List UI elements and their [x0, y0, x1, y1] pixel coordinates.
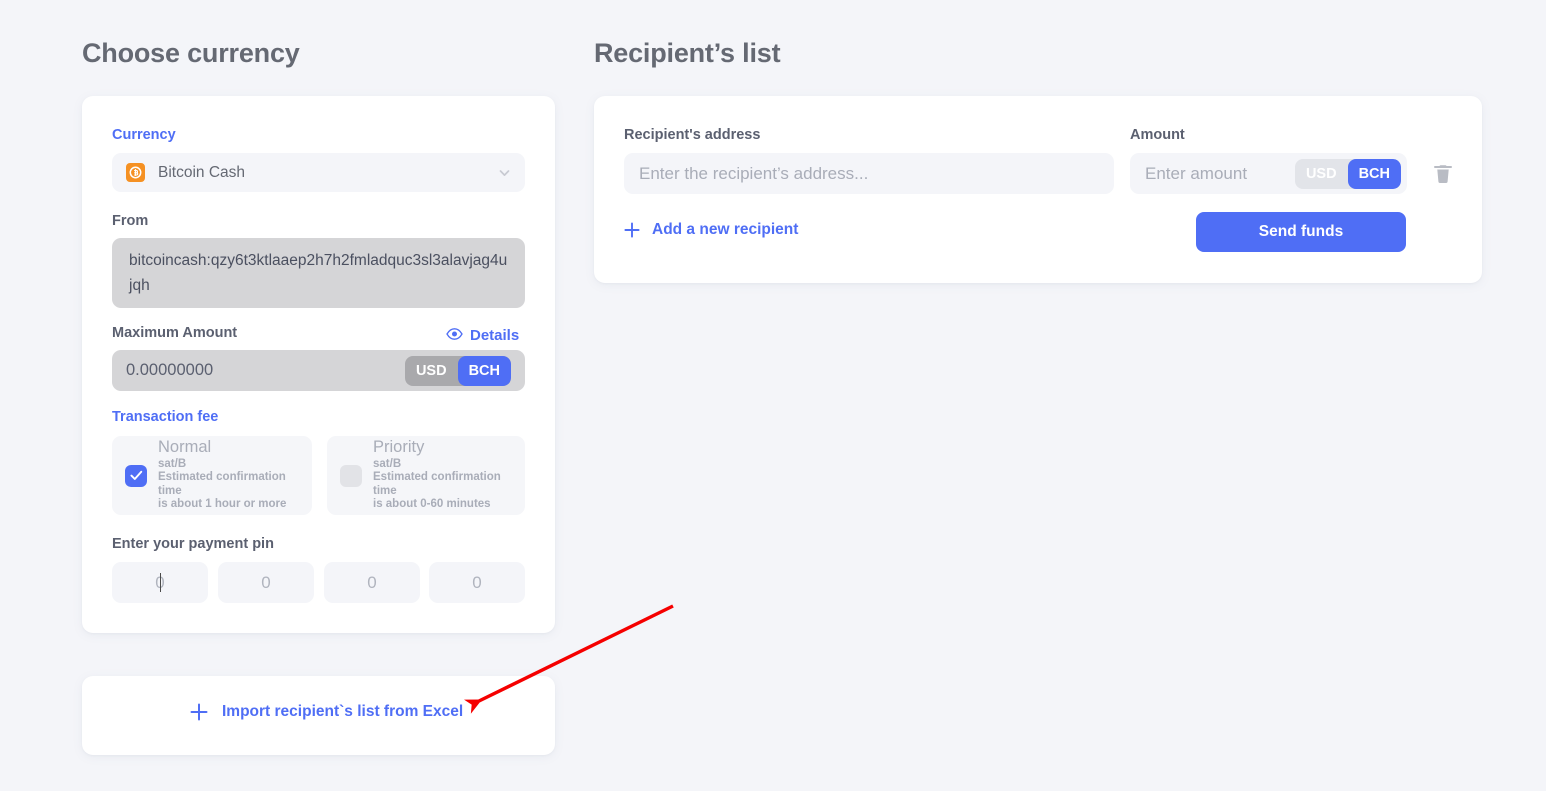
- pin-digit-2[interactable]: 0: [218, 562, 314, 603]
- pin-digit-1[interactable]: 0: [112, 562, 208, 603]
- app-page: Choose currency Recipient’s list Currenc…: [0, 0, 1546, 791]
- from-address-field: bitcoincash:qzy6t3ktlaaep2h7h2fmladquc3s…: [112, 238, 525, 308]
- recipient-address-input[interactable]: Enter the recipient’s address...: [624, 153, 1114, 194]
- fee-priority-name: Priority: [373, 437, 425, 456]
- fee-priority-eta-line1: Estimated confirmation time: [373, 471, 501, 497]
- maximum-amount-value: 0.00000000: [126, 361, 214, 379]
- trash-icon[interactable]: [1432, 162, 1454, 186]
- amount-placeholder: Enter amount: [1145, 163, 1248, 183]
- plus-icon: [624, 222, 640, 238]
- page-title-choose-currency: Choose currency: [82, 38, 300, 68]
- import-excel-label: Import recipient`s list from Excel: [222, 703, 464, 720]
- amount-label: Amount: [1130, 127, 1185, 143]
- details-link[interactable]: Details: [446, 327, 519, 344]
- pin-digit-2-value: 0: [261, 572, 271, 592]
- fee-normal-name: Normal: [158, 437, 212, 456]
- pin-digit-3[interactable]: 0: [324, 562, 420, 603]
- currency-select[interactable]: Bitcoin Cash: [112, 153, 525, 192]
- pin-digit-4[interactable]: 0: [429, 562, 525, 603]
- from-address-value: bitcoincash:qzy6t3ktlaaep2h7h2fmladquc3s…: [129, 252, 508, 294]
- currency-label: Currency: [112, 127, 176, 143]
- fee-normal-eta-line2: is about 1 hour or more: [158, 498, 287, 510]
- page-title-recipients-list: Recipient’s list: [594, 38, 781, 68]
- payment-pin-label: Enter your payment pin: [112, 536, 274, 552]
- fee-priority-unit: sat/B: [373, 457, 402, 470]
- recipient-address-placeholder: Enter the recipient’s address...: [639, 163, 869, 183]
- plus-icon: [190, 703, 208, 721]
- send-funds-button[interactable]: Send funds: [1196, 212, 1406, 252]
- unit-option-bch[interactable]: BCH: [457, 355, 511, 386]
- from-label: From: [112, 213, 149, 229]
- pin-digit-4-value: 0: [472, 572, 482, 592]
- maximum-amount-label: Maximum Amount: [112, 325, 238, 341]
- currency-selected-value: Bitcoin Cash: [158, 163, 246, 181]
- fee-normal-body: Normal sat/B Estimated confirmation time…: [158, 438, 312, 512]
- fee-option-normal[interactable]: Normal sat/B Estimated confirmation time…: [112, 436, 312, 515]
- import-recipients-list-from-excel-link[interactable]: Import recipient`s list from Excel: [190, 703, 463, 721]
- fee-normal-checkbox[interactable]: [125, 464, 147, 487]
- amount-unit-option-usd[interactable]: USD: [1295, 159, 1348, 189]
- maximum-amount-field[interactable]: 0.00000000 USD BCH: [112, 350, 525, 391]
- amount-unit-toggle[interactable]: USD BCH: [1294, 158, 1401, 189]
- fee-priority-eta-line2: is about 0-60 minutes: [373, 498, 491, 510]
- fee-priority-body: Priority sat/B Estimated confirmation ti…: [373, 438, 525, 512]
- transaction-fee-label: Transaction fee: [112, 409, 219, 425]
- recipient-address-label: Recipient's address: [624, 127, 761, 143]
- add-new-recipient-link[interactable]: Add a new recipient: [624, 221, 798, 239]
- unit-option-usd[interactable]: USD: [405, 356, 458, 386]
- fee-normal-unit: sat/B: [158, 457, 187, 470]
- add-new-recipient-label: Add a new recipient: [652, 221, 799, 238]
- pin-digit-3-value: 0: [367, 572, 377, 592]
- amount-input[interactable]: Enter amount USD BCH: [1130, 153, 1407, 194]
- fee-priority-checkbox[interactable]: [340, 464, 362, 487]
- amount-unit-option-bch[interactable]: BCH: [1347, 158, 1401, 189]
- chevron-down-icon[interactable]: [498, 166, 511, 179]
- fee-normal-eta-line1: Estimated confirmation time: [158, 471, 286, 497]
- bitcoin-cash-coin-icon: [126, 163, 145, 182]
- max-amount-unit-toggle[interactable]: USD BCH: [404, 355, 511, 386]
- text-caret: [159, 573, 161, 592]
- eye-icon: [446, 327, 463, 344]
- fee-option-priority[interactable]: Priority sat/B Estimated confirmation ti…: [327, 436, 525, 515]
- details-label: Details: [470, 327, 520, 344]
